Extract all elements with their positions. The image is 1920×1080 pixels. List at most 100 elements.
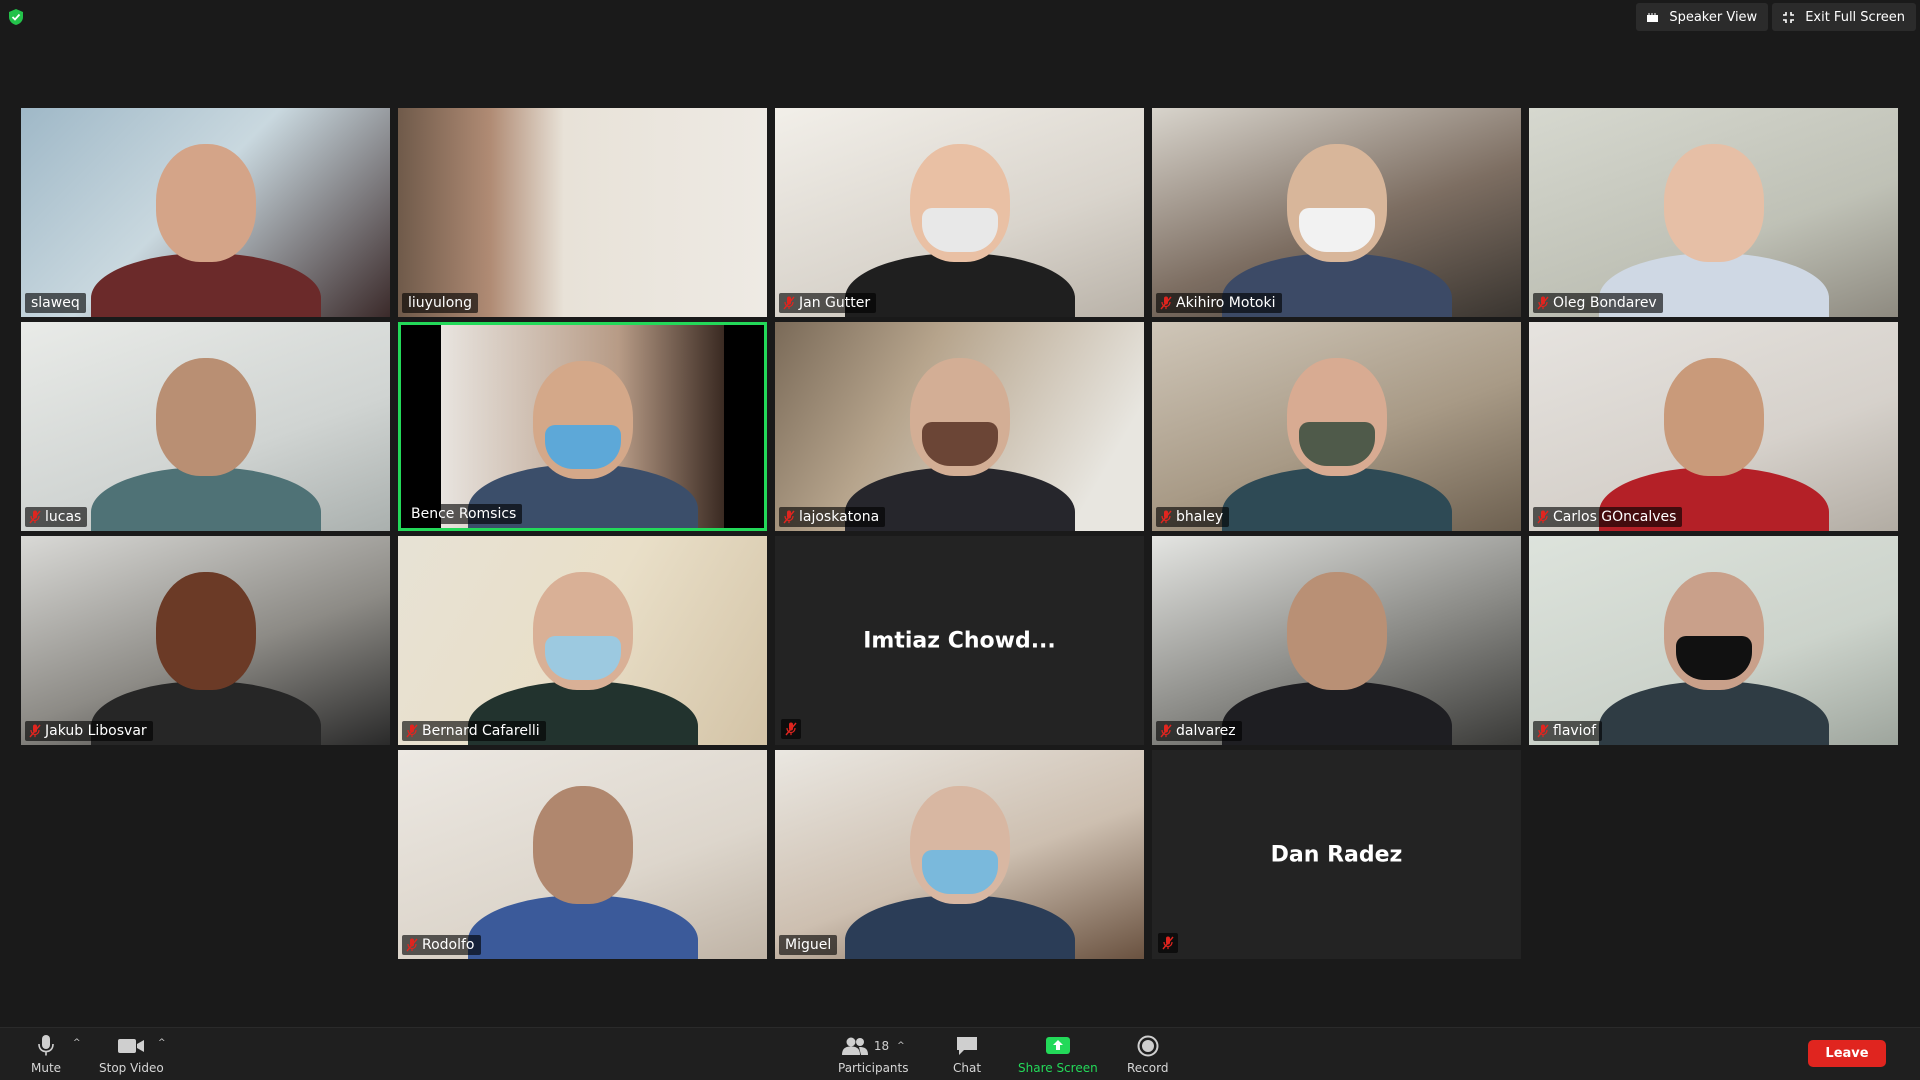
participant-face <box>155 572 256 690</box>
participant-name-tag: lajoskatona <box>779 507 886 527</box>
muted-microphone-icon <box>783 296 795 310</box>
face-mask <box>544 425 621 469</box>
participant-name-tag: slaweq <box>25 293 86 313</box>
muted-microphone-icon <box>1537 510 1549 524</box>
muted-microphone-icon <box>1537 724 1549 738</box>
participant-tile[interactable]: flaviof <box>1529 536 1898 745</box>
participant-tile[interactable]: Miguel <box>775 750 1144 959</box>
participants-icon: 18 ^ <box>841 1034 905 1058</box>
muted-microphone-icon <box>406 938 418 952</box>
participant-name-tag: bhaley <box>1156 507 1230 527</box>
participant-face <box>155 144 256 262</box>
participant-name: Miguel <box>785 937 832 953</box>
face-mask <box>921 422 998 466</box>
participant-name: dalvarez <box>1176 723 1236 739</box>
participant-tile[interactable]: liuyulong <box>398 108 767 317</box>
participant-tile[interactable]: lajoskatona <box>775 322 1144 531</box>
muted-microphone-icon <box>783 510 795 524</box>
muted-microphone-icon <box>1160 510 1172 524</box>
participant-name: Akihiro Motoki <box>1176 295 1276 311</box>
chat-bubble-icon <box>956 1034 978 1058</box>
participants-options-caret[interactable]: ^ <box>897 1041 905 1051</box>
participant-name: lucas <box>45 509 82 525</box>
participant-tile[interactable]: bhaley <box>1152 322 1521 531</box>
muted-microphone-icon <box>781 719 801 739</box>
participant-tile[interactable]: Bernard Cafarelli <box>398 536 767 745</box>
participant-name: Bernard Cafarelli <box>422 723 540 739</box>
participant-name-large: Imtiaz Chowd... <box>863 628 1056 653</box>
audio-options-caret[interactable]: ^ <box>73 1038 81 1048</box>
participant-name-tag: Akihiro Motoki <box>1156 293 1282 313</box>
video-options-caret[interactable]: ^ <box>158 1038 166 1048</box>
face-mask <box>921 850 998 894</box>
chat-button[interactable]: Chat <box>953 1034 981 1075</box>
participant-tile[interactable]: Oleg Bondarev <box>1529 108 1898 317</box>
participant-tile[interactable]: Jan Gutter <box>775 108 1144 317</box>
participant-tile[interactable]: Imtiaz Chowd... <box>775 536 1144 745</box>
muted-microphone-icon <box>29 724 41 738</box>
participant-name: Carlos GOncalves <box>1553 509 1677 525</box>
gallery-grid: slaweq liuyulong Jan Gutter Akihiro Motoki O… <box>0 0 1920 1020</box>
face-mask <box>921 208 998 252</box>
participant-video <box>398 108 767 317</box>
participant-tile[interactable]: Akihiro Motoki <box>1152 108 1521 317</box>
participant-face <box>1286 572 1387 690</box>
microphone-icon <box>37 1034 55 1058</box>
share-screen-label: Share Screen <box>1018 1061 1098 1075</box>
leave-button[interactable]: Leave <box>1808 1040 1886 1067</box>
participant-name: slaweq <box>31 295 80 311</box>
stop-video-button[interactable]: Stop Video <box>99 1034 164 1075</box>
record-button[interactable]: Record <box>1127 1034 1168 1075</box>
participant-name-tag: dalvarez <box>1156 721 1242 741</box>
record-label: Record <box>1127 1061 1169 1075</box>
participant-name-tag: Bernard Cafarelli <box>402 721 546 741</box>
muted-microphone-icon <box>1160 296 1172 310</box>
share-screen-button[interactable]: Share Screen <box>1018 1034 1098 1075</box>
mute-button[interactable]: Mute <box>31 1034 61 1075</box>
meeting-toolbar: Mute ^ Stop Video ^ 18 ^ Participants Ch… <box>0 1027 1920 1080</box>
participant-face <box>155 358 256 476</box>
participant-face <box>1663 144 1764 262</box>
participant-tile[interactable]: dalvarez <box>1152 536 1521 745</box>
participant-name: Oleg Bondarev <box>1553 295 1657 311</box>
participant-name: flaviof <box>1553 723 1597 739</box>
participant-face <box>532 786 633 904</box>
participant-name: Jan Gutter <box>799 295 871 311</box>
chat-label: Chat <box>953 1061 982 1075</box>
muted-microphone-icon <box>406 724 418 738</box>
participant-name-tag: Carlos GOncalves <box>1533 507 1683 527</box>
participant-name-tag: liuyulong <box>402 293 479 313</box>
participant-name-tag: Rodolfo <box>402 935 481 955</box>
share-screen-icon <box>1045 1034 1070 1058</box>
participant-tile[interactable]: Rodolfo <box>398 750 767 959</box>
participant-tile[interactable]: slaweq <box>21 108 390 317</box>
participant-tile[interactable]: lucas <box>21 322 390 531</box>
video-camera-icon <box>118 1034 145 1058</box>
participant-name-tag: lucas <box>25 507 88 527</box>
participant-name-tag: Jakub Libosvar <box>25 721 153 741</box>
participant-tile[interactable]: Jakub Libosvar <box>21 536 390 745</box>
participant-name-tag: Jan Gutter <box>779 293 877 313</box>
participant-name-large: Dan Radez <box>1270 842 1403 867</box>
participant-name: lajoskatona <box>799 509 880 525</box>
participant-name: bhaley <box>1176 509 1224 525</box>
participant-name-tag: Bence Romsics <box>405 504 523 524</box>
muted-microphone-icon <box>29 510 41 524</box>
mute-label: Mute <box>31 1061 62 1075</box>
participant-name: Jakub Libosvar <box>45 723 147 739</box>
record-icon <box>1137 1034 1159 1058</box>
participant-tile[interactable]: Dan Radez <box>1152 750 1521 959</box>
participant-tile[interactable]: Carlos GOncalves <box>1529 322 1898 531</box>
stop-video-label: Stop Video <box>99 1061 164 1075</box>
participant-name-tag: Miguel <box>779 935 838 955</box>
participants-label: Participants <box>838 1061 909 1075</box>
muted-microphone-icon <box>1160 724 1172 738</box>
participants-button[interactable]: 18 ^ Participants <box>838 1034 909 1075</box>
participant-name: Bence Romsics <box>411 506 517 522</box>
face-mask <box>1298 208 1375 252</box>
participant-tile[interactable]: Bence Romsics <box>398 322 767 531</box>
face-mask <box>1675 636 1752 680</box>
muted-microphone-icon <box>1537 296 1549 310</box>
face-mask <box>1298 422 1375 466</box>
muted-microphone-icon <box>1158 933 1178 953</box>
